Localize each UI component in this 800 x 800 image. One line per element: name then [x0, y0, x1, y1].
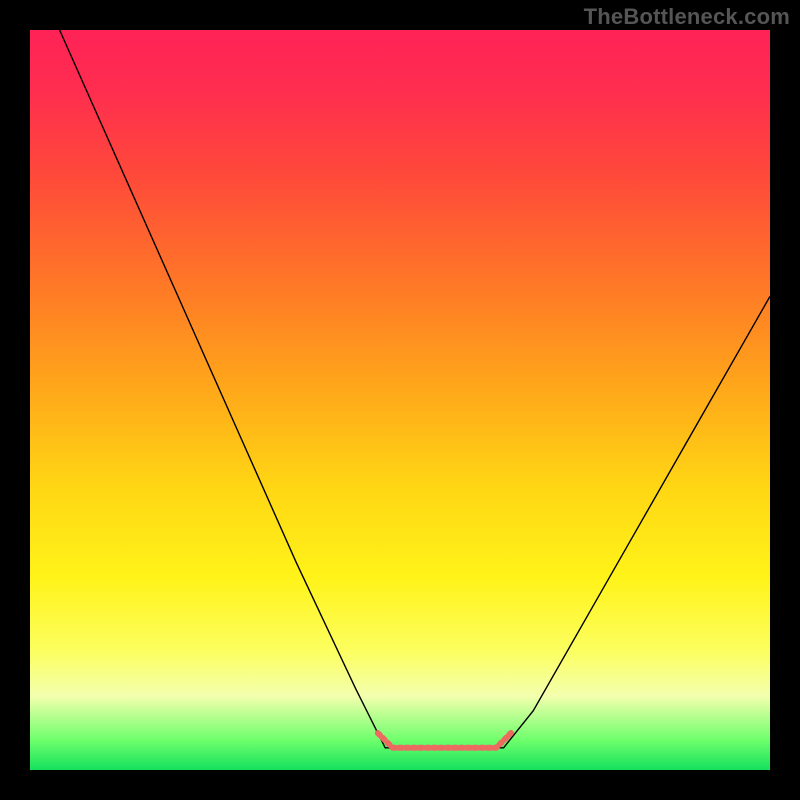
- watermark-text: TheBottleneck.com: [584, 4, 790, 30]
- chart-svg: [30, 30, 770, 770]
- series-curve: [60, 30, 770, 748]
- series-highlight: [378, 733, 511, 748]
- plot-area: [30, 30, 770, 770]
- chart-frame: TheBottleneck.com: [0, 0, 800, 800]
